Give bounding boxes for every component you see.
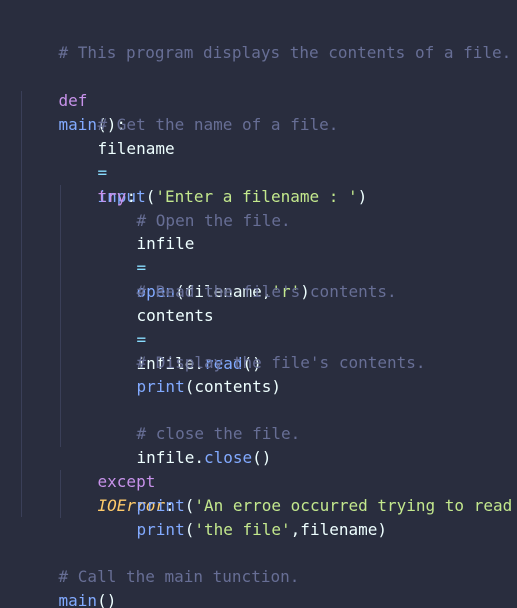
function-call: main [58,591,98,608]
comment: # This program displays the contents of … [58,43,512,62]
code-editor[interactable]: # This program displays the contents of … [0,0,517,608]
code-line: main() [20,565,117,608]
string-literal: 'the file' [194,520,291,539]
builtin-function: print [136,520,185,539]
code-line: except IOError: [59,446,175,515]
code-line: # Open the file. [98,185,291,230]
code-line: # Read the file's contents. [98,256,397,301]
arguments: (contents) [184,377,282,396]
code-line: contents = infile.read() [98,280,262,373]
punctuation: () [252,448,272,467]
variable: infile [136,234,195,253]
variable: filename [97,139,175,158]
arguments: ,filename) [290,520,387,539]
code-line: print('An erroe occurred trying to read … [98,470,517,515]
punctuation: ) [357,187,368,206]
code-line: filename = input('Enter a filename : ') [59,113,368,206]
code-line: print(contents) [98,351,282,396]
punctuation: () [97,591,117,608]
code-line: infile = open(filename,'r') [98,208,310,301]
code-line: # Get the name of a file. [59,89,339,134]
code-line: # close the file. [98,398,301,443]
code-line: # Display the file's contents. [98,327,426,372]
method-call: close [203,448,253,467]
code-line: # Call the main tunction. [20,541,300,586]
builtin-function: print [136,377,185,396]
variable: contents [136,306,214,325]
code-line: print('the file',filename) [98,494,387,539]
punctuation: ( [184,520,195,539]
code-line: infile.close() [98,422,272,467]
code-line: try: [59,161,137,206]
code-line: def main(): [20,65,126,134]
code-line: # This program displays the contents of … [20,17,512,62]
